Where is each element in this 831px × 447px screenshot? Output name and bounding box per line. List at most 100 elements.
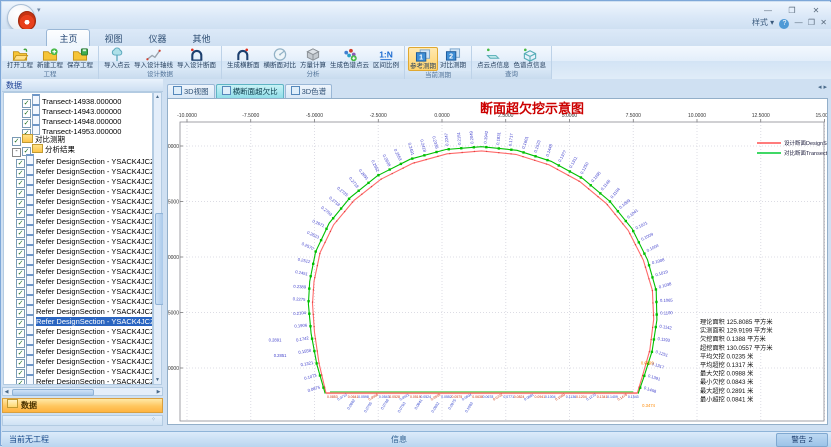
tree-item-refer-20[interactable]: ✓Refer DesignSection - YSACK4JCZDI bbox=[16, 354, 153, 364]
tree-item-refer-10[interactable]: ✓Refer DesignSection - YSACK4JCZDI bbox=[16, 254, 153, 264]
tree-item-refer-8[interactable]: ✓Refer DesignSection - YSACK4JCZDI bbox=[16, 234, 153, 244]
deviation-label: 0.2049 bbox=[468, 130, 474, 144]
ribbon-tab-0[interactable]: 主页 bbox=[46, 29, 90, 46]
x-tick-label: -2.5000 bbox=[370, 113, 387, 119]
button-label: 生成横断面 bbox=[227, 62, 260, 69]
tree-item-refer-7[interactable]: ✓Refer DesignSection - YSACK4JCZDI bbox=[16, 224, 153, 234]
panel-splitter[interactable]: ⁘ bbox=[2, 415, 163, 426]
tree-item-refer-11[interactable]: ✓Refer DesignSection - YSACK4JCZDI bbox=[16, 264, 153, 274]
scroll-left-icon[interactable]: ◀ bbox=[3, 388, 10, 396]
tree-item-transect-3[interactable]: ✓Transect-14953.000000 bbox=[22, 124, 121, 134]
tree-item-refer-14[interactable]: ✓Refer DesignSection - YSACK4JCZDI bbox=[16, 294, 153, 304]
measured-point-marker bbox=[423, 154, 425, 156]
deviation-label: 0.2389 bbox=[293, 284, 307, 290]
status-info-text[interactable]: 信息 bbox=[391, 434, 407, 445]
tree-item-refer-3[interactable]: ✓Refer DesignSection - YSACK4JCZDI bbox=[16, 184, 153, 194]
measured-point-marker bbox=[655, 288, 657, 290]
quick-access-arrow-icon[interactable]: ▾ bbox=[37, 6, 41, 14]
tree-item-transect-0[interactable]: ✓Transect-14938.000000 bbox=[22, 94, 121, 104]
tab-nav-arrows[interactable]: ◂ ▸ bbox=[818, 83, 827, 91]
tree-item-refer-9[interactable]: ✓Refer DesignSection - YSACK4JCZDI bbox=[16, 244, 153, 254]
tree-item-refer-0[interactable]: ✓Refer DesignSection - YSACK4JCZDI bbox=[16, 154, 153, 164]
tree-item-refer-5[interactable]: ✓Refer DesignSection - YSACK4JCZDI bbox=[16, 204, 153, 214]
scroll-right-icon[interactable]: ▶ bbox=[155, 388, 162, 396]
button-新建工程[interactable]: 新建工程 bbox=[35, 47, 65, 69]
maximize-button[interactable]: ❐ bbox=[781, 4, 803, 17]
scroll-up-icon[interactable]: ▲ bbox=[154, 93, 161, 101]
tree-item-refer-13[interactable]: ✓Refer DesignSection - YSACK4JCZDI bbox=[16, 284, 153, 294]
tree-item-refer-15[interactable]: ✓Refer DesignSection - YSACK4JCZDI bbox=[16, 304, 153, 314]
button-导入点云[interactable]: 导入点云 bbox=[102, 47, 132, 69]
tree-item-refer-19[interactable]: ✓Refer DesignSection - YSACK4JCZDI bbox=[16, 344, 153, 354]
ribbon-group-caption: 工程 bbox=[2, 70, 98, 79]
button-点云点信息[interactable]: 点云点信息 bbox=[475, 47, 512, 69]
mini-restore-button[interactable]: ❐ bbox=[808, 18, 815, 27]
button-导入设计轴线[interactable]: 导入设计轴线 bbox=[132, 47, 175, 69]
tree-item-compare-folder[interactable]: ✓对比测期 bbox=[12, 134, 65, 144]
open-project-icon bbox=[11, 47, 29, 62]
ribbon-tab-3[interactable]: 其他 bbox=[181, 30, 223, 46]
deviation-label: 0.1391 bbox=[647, 373, 661, 382]
measured-point-marker bbox=[485, 146, 487, 148]
button-保存工程[interactable]: 保存工程 bbox=[65, 47, 95, 69]
button-横断面对比[interactable]: 横断面对比 bbox=[262, 47, 299, 69]
button-对比测期[interactable]: 2对比测期 bbox=[438, 47, 468, 69]
deviation-label: 0.1065 bbox=[660, 298, 674, 303]
button-区间比例[interactable]: 1:N区间比例 bbox=[371, 47, 401, 69]
tree-item-transect-2[interactable]: ✓Transect-14948.000000 bbox=[22, 114, 121, 124]
button-方量计算[interactable]: 方量计算 bbox=[298, 47, 328, 69]
tree-item-transect-1[interactable]: ✓Transect-14943.000000 bbox=[22, 104, 121, 114]
view-tab-0[interactable]: 3D视图 bbox=[167, 84, 215, 99]
checkbox-checked-icon[interactable]: ✓ bbox=[16, 379, 25, 385]
minimize-button[interactable]: — bbox=[757, 4, 779, 17]
folder-icon bbox=[32, 144, 43, 153]
tree-item-refer-22[interactable]: ✓Refer DesignSection - YSACK4JCZDI bbox=[16, 374, 153, 384]
mini-minimize-button[interactable]: — bbox=[795, 18, 803, 27]
tree-item-refer-23[interactable]: ✓Refer DesignSection - YSACK4JCZDI bbox=[16, 384, 153, 385]
measured-point-marker bbox=[648, 264, 650, 266]
help-icon[interactable]: ? bbox=[779, 19, 789, 29]
corner-deviation-label: 0.2891 bbox=[269, 337, 282, 342]
measured-point-marker bbox=[388, 168, 390, 170]
button-参考测期[interactable]: 1参考测期 bbox=[408, 47, 438, 71]
tree-item-refer-12[interactable]: ✓Refer DesignSection - YSACK4JCZDI bbox=[16, 274, 153, 284]
tree-item-result-folder[interactable]: -✓分析结果 bbox=[12, 144, 75, 154]
status-warning-badge[interactable]: 警告 2 bbox=[776, 433, 828, 447]
tree-vertical-scrollbar[interactable]: ▲ ▼ bbox=[153, 92, 162, 385]
button-生成横断面[interactable]: 生成横断面 bbox=[225, 47, 262, 69]
stat-line: 平均欠挖 0.0235 米 bbox=[700, 352, 753, 360]
horizontal-scroll-thumb[interactable] bbox=[12, 389, 94, 396]
button-label: 保存工程 bbox=[67, 62, 93, 69]
close-button[interactable]: ✕ bbox=[805, 4, 827, 17]
save-project-icon bbox=[71, 47, 89, 62]
view-tab-1[interactable]: 横断面超欠比 bbox=[216, 84, 284, 99]
deviation-label: 0.1448 bbox=[545, 143, 554, 157]
tree-item-refer-17[interactable]: ✓Refer DesignSection - YSACK4JCZDI bbox=[16, 324, 153, 334]
view-tab-2[interactable]: 3D色谱 bbox=[285, 84, 333, 99]
style-menu-button[interactable]: 样式 ▾ bbox=[752, 18, 774, 27]
tree-item-refer-6[interactable]: ✓Refer DesignSection - YSACK4JCZDI bbox=[16, 214, 153, 224]
chevron-down-icon: ▾ bbox=[770, 18, 774, 27]
tree-item-refer-2[interactable]: ✓Refer DesignSection - YSACK4JCZDI bbox=[16, 174, 153, 184]
scroll-down-icon[interactable]: ▼ bbox=[154, 376, 161, 384]
mini-close-button[interactable]: ✕ bbox=[820, 18, 827, 27]
button-色谱点信息[interactable]: 色谱点信息 bbox=[512, 47, 549, 69]
cross-section-chart[interactable]: -10.0000-7.5000-5.0000-2.50000.00002.500… bbox=[167, 98, 828, 425]
measured-point-marker bbox=[400, 163, 402, 165]
button-导入设计断面[interactable]: 导入设计断面 bbox=[175, 47, 218, 69]
tree-item-refer-1[interactable]: ✓Refer DesignSection - YSACK4JCZDI bbox=[16, 164, 153, 174]
tree-item-refer-16[interactable]: ✓Refer DesignSection - YSACK4JCZDI bbox=[16, 314, 153, 324]
tree-item-refer-21[interactable]: ✓Refer DesignSection - YSACK4JCZDI bbox=[16, 364, 153, 374]
button-生成色谱点云[interactable]: 生成色谱点云 bbox=[328, 47, 371, 69]
tree-item-refer-4[interactable]: ✓Refer DesignSection - YSACK4JCZDI bbox=[16, 194, 153, 204]
tree-item-refer-18[interactable]: ✓Refer DesignSection - YSACK4JCZDI bbox=[16, 334, 153, 344]
tree-horizontal-scrollbar[interactable]: ◀ ▶ bbox=[2, 387, 163, 396]
ribbon-tab-1[interactable]: 视图 bbox=[92, 30, 134, 46]
app-menu-orb[interactable] bbox=[7, 4, 35, 32]
data-sidebar: 数据 ✓Transect-14938.000000✓Transect-14943… bbox=[2, 79, 163, 431]
ribbon-tab-2[interactable]: 仪器 bbox=[136, 30, 178, 46]
sidebar-data-tab[interactable]: 数据 bbox=[2, 398, 163, 413]
ribbon-group-body: 点云点信息色谱点信息 bbox=[472, 46, 551, 70]
button-打开工程[interactable]: 打开工程 bbox=[5, 47, 35, 69]
button-label: 色谱点信息 bbox=[514, 62, 547, 69]
